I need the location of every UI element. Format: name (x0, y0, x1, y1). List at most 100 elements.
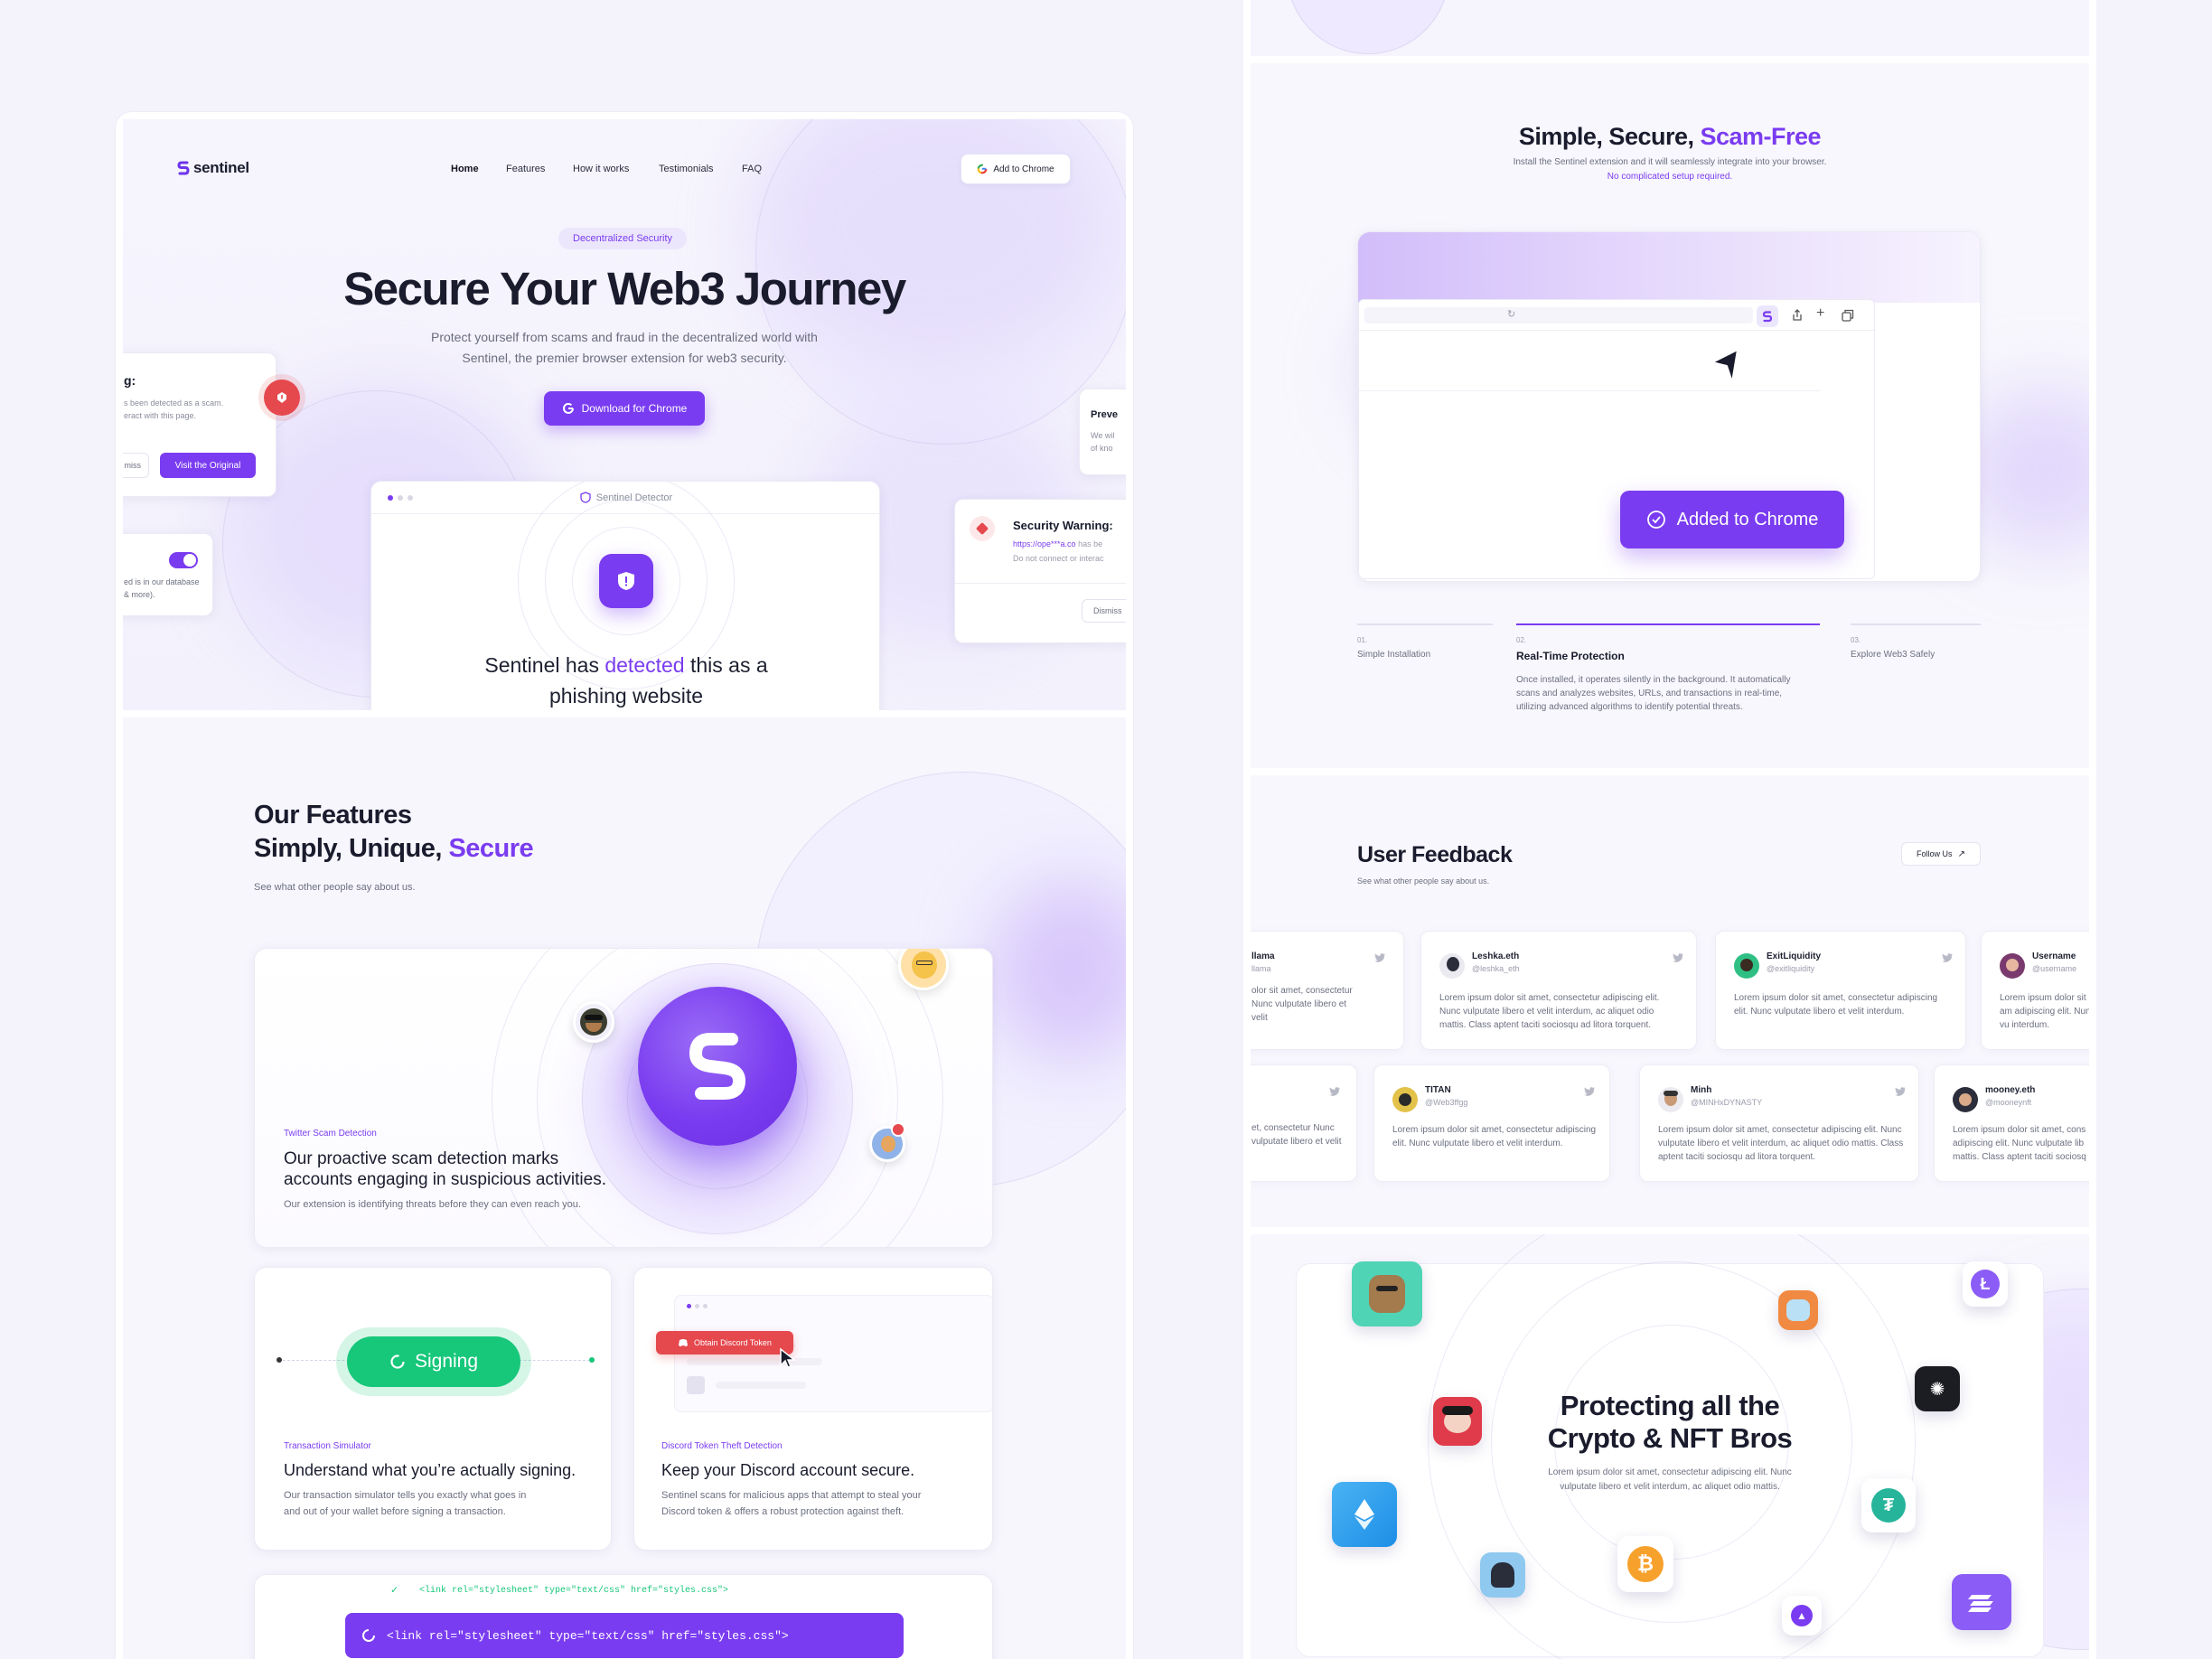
install-demo-card: ↻ + Added to Chrome (1357, 231, 1981, 582)
how-subtitle-2: No complicated setup required. (1607, 172, 1733, 182)
bitcoin-icon: ₿ (1617, 1536, 1673, 1592)
feature-discord-desc-1: Sentinel scans for malicious apps that a… (661, 1490, 922, 1501)
google-icon (977, 164, 988, 174)
avatar (1658, 1087, 1683, 1112)
hero-subtitle-1: Protect yourself from scams and fraud in… (431, 330, 818, 344)
sentinel-extension-icon[interactable] (1757, 305, 1778, 327)
twitter-icon (1673, 953, 1683, 962)
feature-main-tag: Twitter Scam Detection (284, 1129, 377, 1139)
avatar (1439, 953, 1465, 979)
tether-icon: ₮ (1861, 1478, 1916, 1532)
step-3[interactable]: 03. Explore Web3 Safely (1851, 623, 1981, 660)
litecoin-icon: Ł (1963, 1261, 2008, 1307)
nav-faq[interactable]: FAQ (742, 164, 762, 174)
nav-features[interactable]: Features (506, 164, 545, 174)
feature-tx-desc-1: Our transaction simulator tells you exac… (284, 1490, 527, 1501)
feature-discord-desc-2: Discord token & offers a robust protecti… (661, 1506, 904, 1517)
arrow-cursor-icon (1711, 349, 1739, 383)
logo[interactable]: sentinel (177, 159, 249, 177)
how-title: Simple, Secure, Scam-Free (1518, 123, 1822, 150)
cardano-icon: ✺ (1915, 1366, 1960, 1411)
avatar (1953, 1087, 1978, 1112)
twitter-icon (1942, 953, 1953, 962)
nft-title-2: Crypto & NFT Bros (1547, 1422, 1793, 1454)
nav-home[interactable]: Home (451, 164, 479, 174)
sentinel-logo-icon (177, 161, 190, 175)
feedback-card: et, consectetur Nunc vulputate libero et… (1251, 1064, 1357, 1182)
showcase-canvas: sentinel Home Features How it works Test… (0, 0, 2212, 1659)
step-2-progress (1516, 623, 1820, 625)
hooded-nft-icon (1480, 1552, 1525, 1598)
add-to-chrome-button[interactable]: Add to Chrome (961, 154, 1071, 184)
feedback-card: Minh @MINHxDYNASTY Lorem ipsum dolor sit… (1639, 1064, 1919, 1182)
feature-transaction-card: Signing Transaction Simulator Understand… (254, 1267, 612, 1551)
arbitrum-icon: ▲ (1782, 1596, 1822, 1636)
avatar-bearded (573, 1001, 614, 1043)
dismiss-button[interactable]: miss (123, 453, 149, 478)
feedback-card: llama llama olor sit amet, consectetur N… (1251, 931, 1404, 1050)
feedback-card: Username @username Lorem ipsum dolor sit… (1981, 931, 2089, 1050)
red-nft-icon (1433, 1397, 1482, 1446)
spinner-icon (362, 1629, 375, 1642)
feature-main-desc: Our extension is identifying threats bef… (284, 1199, 581, 1210)
download-for-chrome-button[interactable]: Download for Chrome (544, 391, 705, 426)
features-subtitle: See what other people say about us. (254, 882, 416, 893)
feature-tx-desc-2: and out of your wallet before signing a … (284, 1506, 506, 1517)
step-1[interactable]: 01. Simple Installation (1357, 623, 1493, 660)
feature-tx-title: Understand what you’re actually signing. (284, 1461, 576, 1479)
warning-url: https://ope***a.co (1013, 539, 1076, 548)
twitter-icon (1895, 1087, 1906, 1096)
scam-alert-card: g: s been detected as a scam. eract with… (123, 352, 276, 497)
ethereum-icon (1332, 1482, 1397, 1547)
sentinel-detector-window: Sentinel Detector Sentinel has detected … (370, 481, 880, 710)
added-to-chrome-button[interactable]: Added to Chrome (1620, 491, 1844, 548)
follow-us-button[interactable]: Follow Us ↗ (1901, 842, 1981, 866)
obtain-discord-token-button[interactable]: Obtain Discord Token (656, 1331, 793, 1354)
feedback-title: User Feedback (1357, 842, 1513, 867)
feature-main-title-2: accounts engaging in suspicious activiti… (284, 1170, 606, 1189)
google-icon (562, 402, 574, 414)
avatar (1392, 1087, 1418, 1112)
toggle-card: ed is in our database & more). (123, 533, 213, 616)
nav-how-it-works[interactable]: How it works (573, 164, 629, 174)
features-section: Our Features Simply, Unique, Secure See … (123, 717, 1126, 1659)
feature-twitter-scam-card: Twitter Scam Detection Our proactive sca… (254, 948, 993, 1248)
twitter-icon (1374, 953, 1385, 962)
hero-badge: Decentralized Security (558, 228, 688, 249)
protection-toggle[interactable] (169, 552, 198, 568)
visit-original-button[interactable]: Visit the Original (160, 453, 256, 478)
features-title-2: Simply, Unique, Secure (254, 834, 534, 863)
code-line-small: <link rel="stylesheet" type="text/css" h… (419, 1586, 729, 1596)
check-circle-icon (1646, 511, 1665, 529)
signing-button[interactable]: Signing (347, 1336, 520, 1387)
nav-testimonials[interactable]: Testimonials (659, 164, 714, 174)
step-2[interactable]: 02. Real-Time Protection Once installed,… (1516, 623, 1820, 712)
new-tab-icon[interactable]: + (1816, 305, 1824, 322)
nft-section: Protecting all the Crypto & NFT Bros Lor… (1251, 1234, 2089, 1659)
alert-shield-icon (264, 380, 300, 416)
logo-text: sentinel (193, 159, 249, 176)
tabs-icon[interactable] (1842, 309, 1854, 322)
hero-section: sentinel Home Features How it works Test… (123, 119, 1126, 710)
detector-message-line1: Sentinel has detected this as a (484, 653, 768, 677)
flag-badge-icon (891, 1122, 905, 1137)
feedback-card: TITAN @Web3ffgg Lorem ipsum dolor sit am… (1373, 1064, 1610, 1182)
feature-tx-tag: Transaction Simulator (284, 1441, 371, 1451)
arrow-up-right-icon: ↗ (1957, 848, 1965, 859)
cat-nft-icon (1778, 1290, 1818, 1330)
security-warning-card: Security Warning: https://ope***a.co has… (954, 499, 1126, 643)
share-icon[interactable] (1791, 309, 1804, 322)
avatar (1734, 953, 1759, 979)
feedback-subtitle: See what other people say about us. (1357, 876, 1490, 886)
feature-discord-tag: Discord Token Theft Detection (661, 1441, 783, 1451)
feature-main-title-1: Our proactive scam detection marks (284, 1149, 559, 1168)
warning-dismiss-button[interactable]: Dismiss (1082, 599, 1126, 623)
cursor-icon (780, 1347, 797, 1368)
reload-icon[interactable]: ↻ (1507, 308, 1515, 320)
warning-diamond-icon (970, 516, 995, 541)
feature-discord-card: Obtain Discord Token Discord Token Theft… (633, 1267, 993, 1551)
stack-icon (1952, 1574, 2011, 1630)
shield-alert-icon (599, 554, 653, 608)
how-subtitle-1: Install the Sentinel extension and it wi… (1513, 157, 1827, 167)
feedback-card: mooney.eth @mooneynft Lorem ipsum dolor … (1934, 1064, 2089, 1182)
